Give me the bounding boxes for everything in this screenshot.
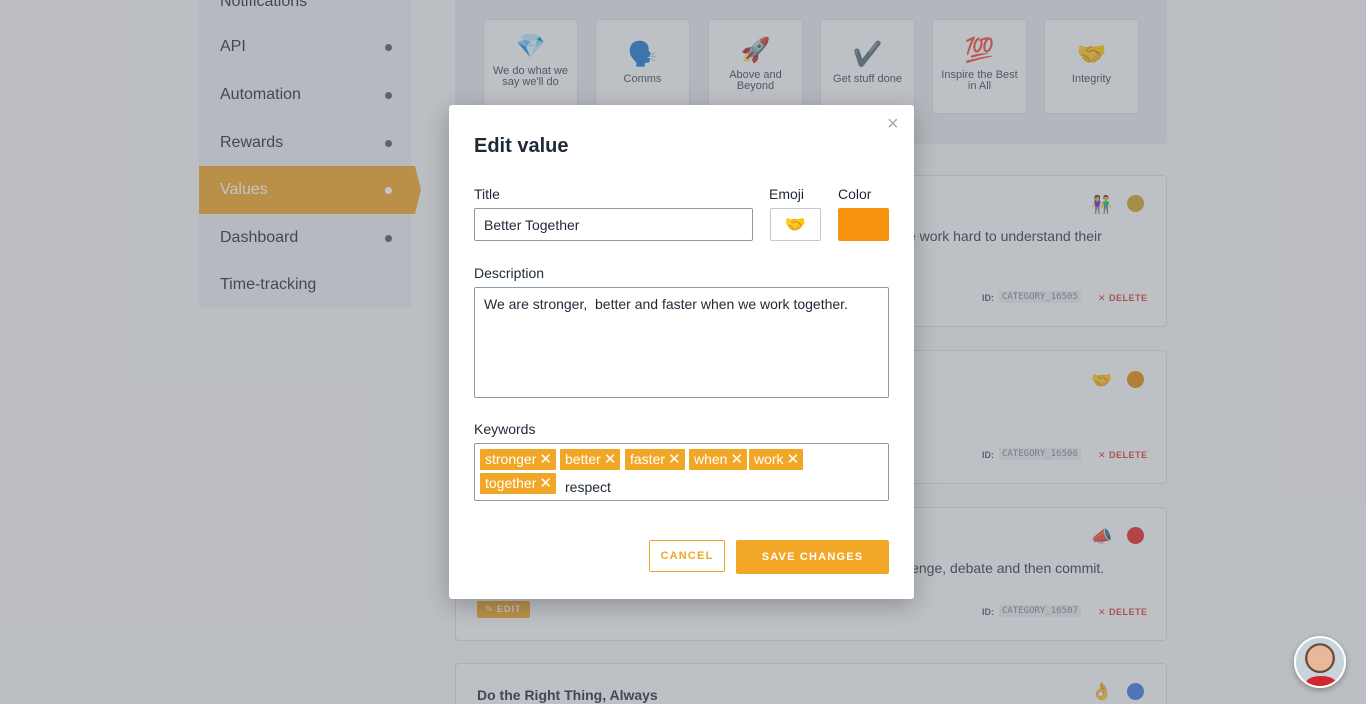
keyword-tag: when ✕ <box>689 449 748 470</box>
save-changes-button[interactable]: SAVE CHANGES <box>736 540 889 574</box>
remove-tag-icon[interactable]: ✕ <box>604 449 617 470</box>
remove-tag-icon[interactable]: ✕ <box>668 449 681 470</box>
support-avatar[interactable] <box>1294 636 1346 688</box>
color-label: Color <box>838 186 872 202</box>
keyword-tag: stronger ✕ <box>480 449 556 470</box>
dialog-title: Edit value <box>474 135 569 157</box>
edit-value-dialog: × Edit value Title Emoji Color 🤝 Descrip… <box>449 105 914 599</box>
remove-tag-icon[interactable]: ✕ <box>539 473 552 494</box>
title-label: Title <box>474 186 500 202</box>
keyword-tag: better ✕ <box>560 449 621 470</box>
remove-tag-icon[interactable]: ✕ <box>787 449 800 470</box>
keyword-tag: faster ✕ <box>625 449 685 470</box>
close-icon[interactable]: × <box>887 114 899 134</box>
title-input[interactable] <box>474 208 753 241</box>
description-label: Description <box>474 265 545 281</box>
keyword-input[interactable] <box>565 476 765 497</box>
remove-tag-icon[interactable]: ✕ <box>730 449 743 470</box>
cancel-button[interactable]: CANCEL <box>649 540 725 572</box>
remove-tag-icon[interactable]: ✕ <box>539 449 552 470</box>
emoji-picker[interactable]: 🤝 <box>770 208 821 241</box>
keyword-tag: together ✕ <box>480 473 556 494</box>
handshake-icon: 🤝 <box>784 215 807 234</box>
keyword-tag: work ✕ <box>749 449 804 470</box>
description-textarea[interactable]: We are stronger, better and faster when … <box>474 287 889 398</box>
emoji-label: Emoji <box>769 186 805 202</box>
color-picker[interactable] <box>838 208 889 241</box>
keywords-label: Keywords <box>474 421 536 437</box>
